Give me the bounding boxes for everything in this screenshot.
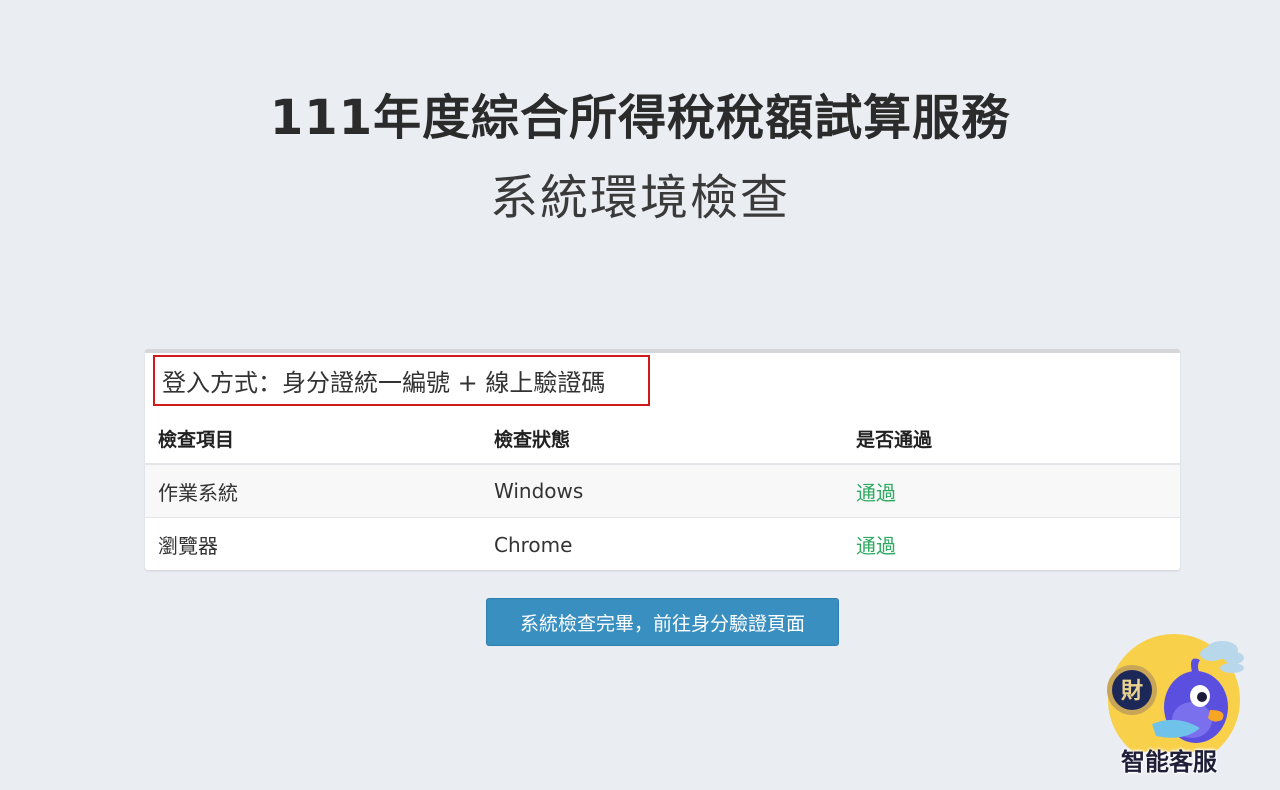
column-header-item: 檢查項目 [158,428,235,451]
table-header-row: 檢查項目 檢查狀態 是否通過 [145,413,1180,465]
environment-check-table: 檢查項目 檢查狀態 是否通過 作業系統 Windows 通過 瀏覽器 Chrom… [145,413,1180,571]
chatbot-mascot-icon: 財 [1107,634,1244,752]
login-method-text: 登入方式：身分證統一編號 + 線上驗證碼 [162,369,606,397]
column-header-pass: 是否通過 [856,428,933,451]
check-pass-cell: 通過 [856,480,896,505]
check-item-cell: 作業系統 [158,480,238,505]
check-status-cell: Windows [494,479,584,503]
page: 111年度綜合所得稅稅額試算服務 系統環境檢查 登入方式：身分證統一編號 + 線… [0,0,1280,790]
proceed-to-identity-verification-button[interactable]: 系統檢查完畢，前往身分驗證頁面 [486,598,839,646]
table-row: 作業系統 Windows 通過 [145,465,1180,518]
column-header-status: 檢查狀態 [494,428,571,451]
check-pass-cell: 通過 [856,534,896,558]
svg-text:財: 財 [1121,679,1143,704]
check-status-cell: Chrome [494,532,573,557]
page-subtitle: 系統環境檢查 [489,170,790,226]
page-title: 111年度綜合所得稅稅額試算服務 [269,90,1011,146]
table-row: 瀏覽器 Chrome 通過 [145,518,1180,571]
login-method-box: 登入方式：身分證統一編號 + 線上驗證碼 [153,355,650,406]
check-item-cell: 瀏覽器 [158,534,218,558]
chatbot-label: 智能客服 [1121,748,1217,776]
smart-customer-service-widget[interactable]: 財 智能客服 [1104,632,1254,782]
environment-check-card: 登入方式：身分證統一編號 + 線上驗證碼 檢查項目 檢查狀態 是否通過 作業系統… [145,349,1180,570]
